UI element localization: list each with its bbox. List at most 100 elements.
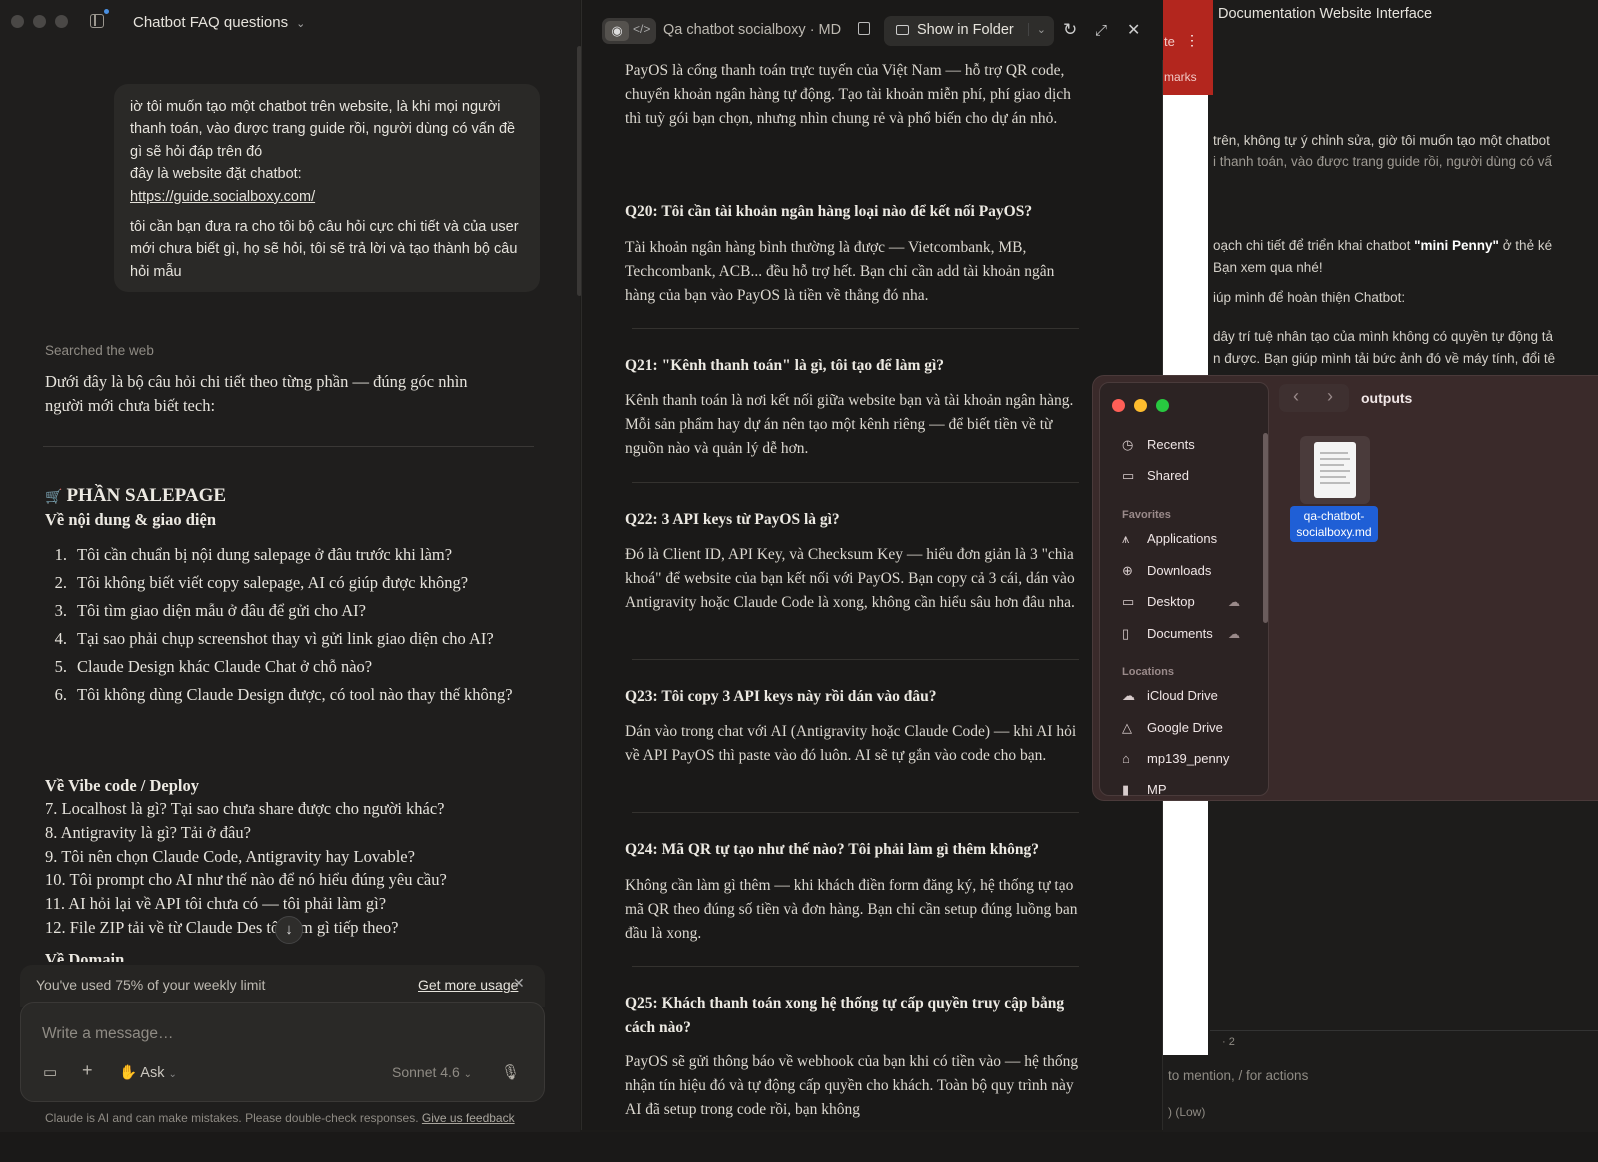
scroll-down-button[interactable]: ↓ — [275, 916, 303, 944]
close-window-button[interactable] — [1112, 399, 1125, 412]
divider — [43, 446, 534, 447]
cloud-icon: ☁ — [1228, 595, 1240, 609]
chat-text: dây trí tuệ nhân tạo của mình không có q… — [1213, 329, 1554, 344]
subheading: Về Domain — [45, 950, 125, 962]
user-message-text: đây là website đặt chatbot: — [130, 166, 302, 183]
answer: Đó là Client ID, API Key, và Checksum Ke… — [625, 546, 1075, 611]
divider — [632, 812, 1079, 813]
list-number: 6. — [54, 685, 67, 704]
chat-text: iúp mình để hoàn thiện Chatbot: — [1213, 290, 1406, 305]
divider — [632, 328, 1079, 329]
user-message-text: tôi cần bạn đưa ra cho tôi bộ câu hỏi cự… — [130, 219, 519, 280]
answer: Dán vào trong chat với AI (Antigravity h… — [625, 723, 1077, 764]
finder-sidebar: ◷ Recents ▭ Shared Favorites ⩚ Applications… — [1099, 382, 1269, 796]
folder-icon[interactable]: ▭ — [43, 1063, 57, 1081]
list-item: 8. Antigravity là gì? Tải ở đâu? — [45, 822, 251, 842]
sidebar-item-mp[interactable]: ▮ MP — [1122, 782, 1167, 796]
effort-selector[interactable]: ) (Low) — [1168, 1105, 1205, 1119]
sidebar-item-downloads[interactable]: ⊕ Downloads — [1122, 563, 1211, 579]
microphone-icon[interactable]: 🎙 — [501, 1063, 520, 1081]
section-label: Favorites — [1122, 509, 1171, 521]
minimize-window-button[interactable] — [33, 15, 46, 28]
message-input[interactable]: Write a message… — [42, 1025, 174, 1043]
hand-icon: ✋ — [119, 1065, 138, 1081]
sidebar-item-applications[interactable]: ⩚ Applications — [1122, 531, 1217, 547]
sidebar-item-documents[interactable]: ▯ Documents — [1122, 626, 1213, 642]
expand-icon[interactable]: ⤢ — [1095, 22, 1107, 39]
chat-text: trên, không tự ý chỉnh sửa, giờ tôi muốn… — [1213, 133, 1550, 148]
drive-icon: ▮ — [1122, 782, 1130, 796]
file-name: Qa chatbot socialboxy · MD — [663, 22, 842, 38]
refresh-icon[interactable]: ↻ — [1063, 20, 1077, 40]
tab-label[interactable]: te — [1164, 34, 1175, 49]
list-item: 6. Tôi không dùng Claude Design được, có … — [45, 683, 515, 707]
bookmarks-label[interactable]: marks — [1164, 70, 1197, 84]
chevron-down-icon[interactable]: ⌄ — [1027, 23, 1046, 36]
list-item-text: Tôi không dùng Claude Design được, có to… — [77, 685, 513, 704]
question-heading: Q22: 3 API keys từ PayOS là gì? — [625, 511, 840, 528]
question-list: 1. Tôi cần chuẩn bị nội dung salepage ở đ… — [45, 543, 515, 711]
minimize-window-button[interactable] — [1134, 399, 1147, 412]
desktop-icon: ▭ — [1122, 594, 1135, 609]
forward-icon[interactable]: › — [1327, 386, 1333, 407]
view-toggle[interactable]: ◉ </> — [602, 18, 656, 44]
list-item: 9. Tôi nên chọn Claude Code, Antigravity… — [45, 846, 415, 866]
document-preview: ◉ </> Qa chatbot socialboxy · MD Show in… — [581, 0, 1164, 1130]
question-heading: Q25: Khách thanh toán xong hệ thống tự c… — [625, 995, 1065, 1036]
navigation-buttons: ‹ › — [1279, 384, 1349, 412]
message-composer[interactable]: Write a message… ▭ + ✋ Ask ⌄ Sonnet 4.6 … — [20, 1002, 545, 1102]
back-icon[interactable]: ‹ — [1293, 386, 1299, 407]
sidebar-item-home[interactable]: ⌂ mp139_penny — [1122, 751, 1229, 766]
subheading: Về nội dung & giao diện — [45, 510, 216, 529]
close-icon[interactable]: ✕ — [1127, 20, 1140, 40]
sidebar-item-icloud[interactable]: ☁ iCloud Drive — [1122, 688, 1218, 704]
divider — [632, 966, 1079, 967]
conversation-title[interactable]: Chatbot FAQ questions ⌄ — [133, 14, 305, 31]
question-heading: Q24: Mã QR tự tạo như thế nào? Tôi phải … — [625, 841, 1040, 858]
plus-icon[interactable]: + — [82, 1060, 93, 1081]
zoom-window-button[interactable] — [1156, 399, 1169, 412]
list-item: 4. Tại sao phải chụp screenshot thay vì g… — [45, 627, 515, 651]
document-icon: ▯ — [1122, 626, 1130, 641]
searched-web-label[interactable]: Searched the web — [45, 343, 154, 358]
cart-icon: 🛒 — [45, 490, 63, 505]
cloud-icon: ☁ — [1228, 627, 1240, 641]
bottom-strip — [0, 1132, 1598, 1162]
sidebar-item-desktop[interactable]: ▭ Desktop — [1122, 594, 1195, 610]
list-item: 11. AI hỏi lại về API tôi chưa có — tôi … — [45, 894, 387, 914]
download-icon: ⊕ — [1122, 563, 1133, 578]
paragraph: PayOS là cổng thanh toán trực tuyến của … — [625, 62, 1071, 127]
close-window-button[interactable] — [11, 15, 24, 28]
get-more-usage-link[interactable]: Get more usage — [418, 977, 518, 993]
markdown-file-icon[interactable] — [1300, 436, 1370, 504]
input-hint[interactable]: to mention, / for actions — [1168, 1068, 1308, 1083]
guide-link[interactable]: https://guide.socialboxy.com/ — [130, 189, 315, 205]
copy-icon[interactable] — [858, 22, 870, 35]
zoom-window-button[interactable] — [55, 15, 68, 28]
google-drive-icon: △ — [1122, 720, 1132, 735]
section-label: Locations — [1122, 666, 1174, 678]
list-item-text: Tôi tìm giao diện mẫu ở đâu để gửi cho A… — [77, 601, 366, 620]
file-name-label[interactable]: qa-chatbot-socialboxy.md — [1290, 506, 1378, 542]
model-selector[interactable]: Sonnet 4.6 ⌄ — [392, 1064, 472, 1080]
scrollbar[interactable] — [1263, 433, 1268, 623]
browser-toolbar: te ⋮ marks — [1163, 0, 1213, 95]
chat-titlebar: Chatbot FAQ questions ⌄ — [0, 0, 580, 46]
ask-mode-button[interactable]: ✋ Ask ⌄ — [119, 1064, 177, 1081]
usage-text: You've used 75% of your weekly limit — [36, 977, 266, 993]
list-item-text: Tôi cần chuẩn bị nội dung salepage ở đâu… — [77, 545, 453, 564]
sidebar-item-shared[interactable]: ▭ Shared — [1122, 468, 1189, 484]
question-heading: Q21: "Kênh thanh toán" là gì, tôi tạo để… — [625, 357, 945, 374]
sidebar-toggle-icon[interactable] — [90, 9, 109, 28]
eye-icon[interactable]: ◉ — [605, 21, 629, 41]
more-options-icon[interactable]: ⋮ — [1185, 32, 1199, 49]
sidebar-item-recents[interactable]: ◷ Recents — [1122, 437, 1195, 453]
answer: Kênh thanh toán là nơi kết nối giữa webs… — [625, 392, 1074, 457]
divider — [632, 659, 1079, 660]
close-icon[interactable]: ✕ — [513, 975, 525, 992]
feedback-link[interactable]: Give us feedback — [422, 1111, 515, 1125]
show-in-folder-button[interactable]: Show in Folder ⌄ — [884, 16, 1054, 46]
code-icon[interactable]: </> — [633, 22, 650, 36]
folder-icon — [896, 25, 909, 35]
sidebar-item-google-drive[interactable]: △ Google Drive — [1122, 720, 1223, 736]
